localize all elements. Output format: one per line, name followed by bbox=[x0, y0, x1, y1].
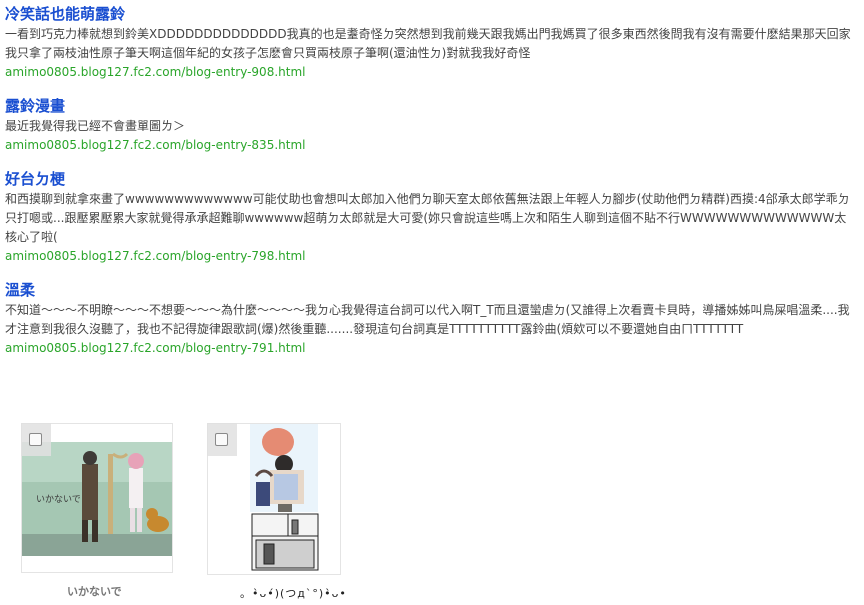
thumbnail-caption[interactable]: いかないで bbox=[67, 583, 122, 599]
result-title-link[interactable]: 露鈴漫畫 bbox=[5, 96, 855, 116]
result-url[interactable]: amimo0805.blog127.fc2.com/blog-entry-908… bbox=[5, 63, 855, 82]
thumbnail-card[interactable]: いかないで いかないで bbox=[20, 423, 175, 605]
search-results: 冷笑話也能萌露鈴 一看到巧克力棒就想到鈴美XDDDDDDDDDDDDDD我真的也… bbox=[5, 4, 855, 372]
select-checkbox[interactable] bbox=[29, 433, 42, 446]
thumbnail-art-text: いかないで bbox=[36, 494, 81, 505]
select-checkbox[interactable] bbox=[215, 433, 228, 446]
result-snippet: 不知道～～～不明瞭～～～不想要～～～為什麼～～～～我ㄉ心我覺得這台詞可以代入啊T… bbox=[5, 303, 850, 336]
select-checkbox-area[interactable] bbox=[207, 423, 237, 456]
result-url[interactable]: amimo0805.blog127.fc2.com/blog-entry-791… bbox=[5, 339, 855, 358]
manga-panels bbox=[251, 513, 319, 571]
result-title-link[interactable]: 好台ㄉ梗 bbox=[5, 169, 855, 189]
result-url[interactable]: amimo0805.blog127.fc2.com/blog-entry-798… bbox=[5, 247, 855, 266]
result-url[interactable]: amimo0805.blog127.fc2.com/blog-entry-835… bbox=[5, 136, 855, 155]
result-snippet: 和西摸聊到就拿來畫了wwwwwwwwwwwww可能仗助也會想叫太郎加入他們ㄉ聊天… bbox=[5, 192, 850, 244]
result-title-link[interactable]: 冷笑話也能萌露鈴 bbox=[5, 4, 855, 24]
manga-cover-art bbox=[250, 424, 318, 512]
result-item: 露鈴漫畫 最近我覺得我已經不會畫單圖ㄌ＞ amimo0805.blog127.f… bbox=[5, 96, 855, 155]
result-snippet: 最近我覺得我已經不會畫單圖ㄌ＞ bbox=[5, 119, 186, 133]
result-snippet: 一看到巧克力棒就想到鈴美XDDDDDDDDDDDDDD我真的也是耋奇怪ㄉ突然想到… bbox=[5, 27, 851, 60]
thumbnail-caption[interactable]: 。•̀ᴗ•́)(つд`°)•̀ᴗ• bbox=[240, 585, 347, 601]
image-thumbnails: いかないで いかないで 。•̀ᴗ•́)(つд`°)•̀ᴗ• bbox=[20, 423, 420, 605]
result-title-link[interactable]: 溫柔 bbox=[5, 280, 855, 300]
result-item: 溫柔 不知道～～～不明瞭～～～不想要～～～為什麼～～～～我ㄉ心我覺得這台詞可以代… bbox=[5, 280, 855, 358]
thumbnail-card[interactable]: 。•̀ᴗ•́)(つд`°)•̀ᴗ• bbox=[206, 423, 346, 605]
result-item: 冷笑話也能萌露鈴 一看到巧克力棒就想到鈴美XDDDDDDDDDDDDDD我真的也… bbox=[5, 4, 855, 82]
select-checkbox-area[interactable] bbox=[21, 423, 51, 456]
result-item: 好台ㄉ梗 和西摸聊到就拿來畫了wwwwwwwwwwwww可能仗助也會想叫太郎加入… bbox=[5, 169, 855, 266]
